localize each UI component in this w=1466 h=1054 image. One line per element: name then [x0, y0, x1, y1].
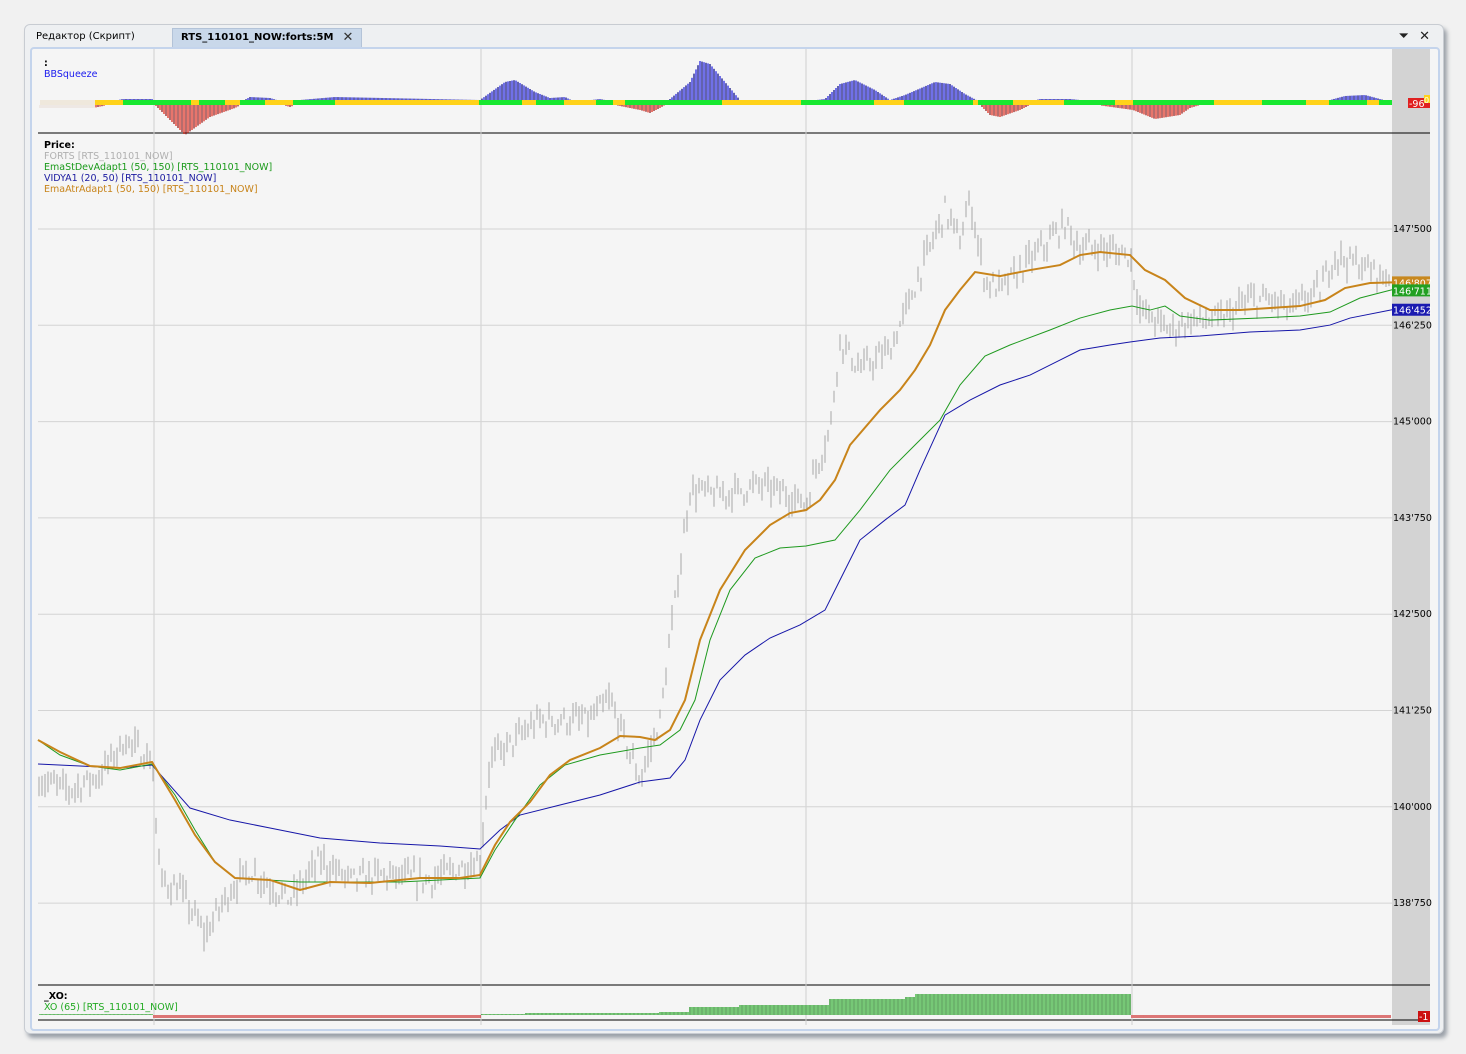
squeeze-dot-segment — [1329, 100, 1367, 105]
squeeze-dot-segment — [978, 100, 1013, 105]
bbsqueeze-value: -96 — [1409, 99, 1425, 110]
squeeze-dot-segment — [536, 100, 564, 105]
squeeze-dot-segment — [564, 100, 596, 105]
squeeze-dot-segment — [904, 100, 973, 105]
bbsqueeze-label: BBSqueeze — [44, 69, 98, 80]
squeeze-dot-segment — [722, 100, 801, 105]
price-axis-panel — [1392, 49, 1430, 1025]
y-tick-label: 140'000 — [1393, 802, 1432, 813]
squeeze-dot-segment — [1367, 100, 1379, 105]
squeeze-dot-segment — [1133, 100, 1214, 105]
xo-title: _XO: — [44, 991, 68, 1002]
squeeze-dot-segment — [522, 100, 536, 105]
xo-value: -1 — [1419, 1012, 1428, 1023]
legend-item[interactable]: EmaAtrAdapt1 (50, 150) [RTS_110101_NOW] — [44, 184, 272, 195]
bbsqueeze-legend: : BBSqueeze — [44, 58, 97, 80]
series-line-emastdevadapt1 — [37, 289, 1393, 883]
y-tick-label: 145'000 — [1393, 417, 1432, 428]
squeeze-dot-segment — [123, 100, 191, 105]
squeeze-dot-segment — [191, 100, 199, 105]
legend-item[interactable]: FORTS [RTS_110101_NOW] — [44, 151, 272, 162]
squeeze-dot-segment — [265, 100, 293, 105]
y-tick-label: 138'750 — [1393, 898, 1432, 909]
squeeze-dot-segment — [801, 100, 874, 105]
price-bars — [38, 190, 1390, 952]
squeeze-dot-segment — [973, 100, 978, 105]
series-line-emaatradapt1 — [37, 251, 1393, 892]
last-value-label: 146'452 — [1393, 306, 1432, 317]
squeeze-dot-segment — [240, 100, 265, 105]
xo-label: XO (65) [RTS_110101_NOW] — [44, 1002, 178, 1013]
legend-item[interactable]: EmaStDevAdapt1 (50, 150) [RTS_110101_NOW… — [44, 162, 272, 173]
xo-histogram — [39, 994, 1391, 1018]
y-tick-label: 146'250 — [1393, 320, 1432, 331]
y-tick-label: 141'250 — [1393, 706, 1432, 717]
squeeze-dot-segment — [874, 100, 904, 105]
squeeze-dot-segment — [1306, 100, 1329, 105]
last-value-label: 146'711 — [1393, 286, 1432, 297]
squeeze-dot-segment — [1064, 100, 1115, 105]
squeeze-dot-segment — [625, 100, 722, 105]
price-legend: Price: FORTS [RTS_110101_NOW] EmaStDevAda… — [44, 140, 272, 195]
squeeze-dot-segment — [199, 100, 225, 105]
bbsqueeze-histogram — [39, 61, 1389, 135]
price-title: Price: — [44, 140, 75, 151]
squeeze-dot-segment — [596, 100, 613, 105]
squeeze-dot-segment — [479, 100, 522, 105]
squeeze-dot-segment — [335, 100, 479, 105]
squeeze-dot-segment — [293, 100, 335, 105]
squeeze-dot-segment — [225, 100, 240, 105]
squeeze-dot-segment — [95, 100, 123, 105]
series-line-vidya1 — [37, 309, 1393, 850]
y-tick-label: 142'500 — [1393, 609, 1432, 620]
y-tick-label: 143'750 — [1393, 513, 1432, 524]
bbsqueeze-value-2: 0 — [1424, 96, 1429, 105]
legend-item[interactable]: VIDYA1 (20, 50) [RTS_110101_NOW] — [44, 173, 272, 184]
y-tick-label: 147'500 — [1393, 224, 1432, 235]
squeeze-dot-segment — [40, 100, 95, 105]
squeeze-dot-segment — [1379, 100, 1392, 105]
bbsqueeze-title: : — [44, 58, 48, 69]
xo-legend: _XO: XO (65) [RTS_110101_NOW] — [44, 991, 178, 1013]
squeeze-dot-segment — [1214, 100, 1262, 105]
squeeze-dot-segment — [1115, 100, 1133, 105]
squeeze-dot-segment — [1013, 100, 1064, 105]
squeeze-dot-segment — [613, 100, 625, 105]
squeeze-dot-segment — [1262, 100, 1306, 105]
